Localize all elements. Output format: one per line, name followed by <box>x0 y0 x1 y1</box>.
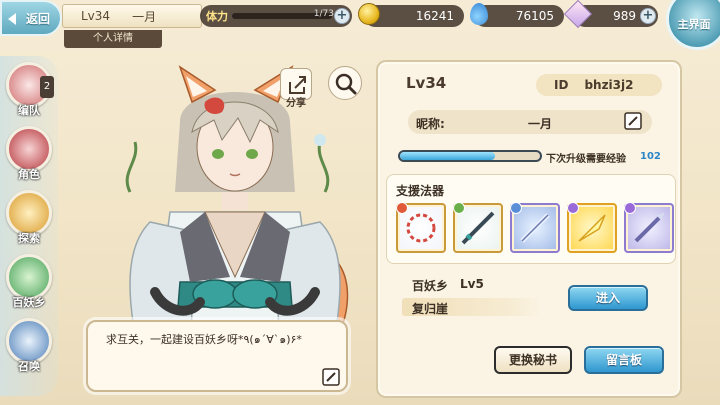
gem-icon <box>563 0 593 29</box>
artifact-slot-5[interactable] <box>624 202 674 253</box>
tab-personal-details[interactable]: 个人详情 <box>64 30 162 48</box>
add-stamina-button[interactable]: + <box>334 8 350 24</box>
team-count-badge: 2 <box>40 76 54 98</box>
stamina-counter: 体力 1/73 + <box>200 5 352 27</box>
village-level: Lv5 <box>460 277 484 291</box>
player-id-box: ID bhzi3j2 <box>536 74 662 96</box>
nav-item-role[interactable]: 角色 <box>4 126 54 184</box>
nav-item-team[interactable]: 2 编队 <box>4 62 54 120</box>
artifact-slot-4[interactable] <box>567 202 617 253</box>
village-name: 百妖乡 <box>412 279 449 293</box>
artifact-slot-2[interactable] <box>453 202 503 253</box>
add-gem-button[interactable]: + <box>640 8 656 24</box>
nav-role-label: 角色 <box>18 168 40 181</box>
exp-progress-bar <box>398 150 542 162</box>
crystal-value: 76105 <box>515 9 554 23</box>
stamina-label: 体力 <box>206 10 228 23</box>
nav-explore-label: 探索 <box>18 232 40 245</box>
nav-item-village[interactable]: 百妖乡 <box>4 254 54 312</box>
magnifier-icon <box>335 73 357 95</box>
message-board-button[interactable]: 留言板 <box>584 346 664 374</box>
attribute-icon <box>453 202 465 214</box>
back-arrow-icon <box>8 13 16 25</box>
player-info-bar: Lv34 一月 <box>62 4 202 28</box>
nav-summon-label: 召唤 <box>18 360 40 373</box>
attribute-icon <box>567 202 579 214</box>
gold-value: 16241 <box>415 9 454 23</box>
nav-village-label: 百妖乡 <box>12 296 46 309</box>
back-button[interactable]: 返回 <box>0 0 62 36</box>
signature-text: 求互关，一起建设百妖乡呀*٩(๑´∀`๑)۶* <box>106 333 302 346</box>
attribute-icon <box>624 202 636 214</box>
nav-item-summon[interactable]: 召唤 <box>4 318 54 376</box>
player-level: Lv34 <box>81 9 111 23</box>
id-value: bhzi3j2 <box>584 78 634 92</box>
back-button-label: 返回 <box>25 11 50 26</box>
id-label: ID <box>554 78 569 92</box>
nickname-value: 一月 <box>528 117 553 131</box>
gold-counter: 16241 <box>358 3 464 27</box>
zoom-button[interactable] <box>328 66 362 100</box>
crystal-counter: 76105 <box>470 3 564 27</box>
artifact-slot-3[interactable] <box>510 202 560 253</box>
exp-label: 下次升级需要经验 <box>546 154 626 165</box>
nav-team-label: 编队 <box>18 104 40 117</box>
share-label: 分享 <box>286 98 306 109</box>
main-menu-button[interactable]: 主界面 <box>666 0 720 50</box>
nickname-label: 昵称: <box>416 117 445 131</box>
gem-value: 989 <box>613 9 636 23</box>
village-place: 复归崖 <box>412 302 449 316</box>
enter-village-button[interactable]: 进入 <box>568 285 648 311</box>
attribute-icon <box>396 202 408 214</box>
attribute-icon <box>510 202 522 214</box>
stamina-value: 1/73 <box>313 9 334 19</box>
gold-coin-icon <box>358 3 380 25</box>
player-name: 一月 <box>132 9 157 24</box>
nav-item-explore[interactable]: 探索 <box>4 190 54 248</box>
gem-counter: 989 + <box>563 0 658 29</box>
edit-signature-icon[interactable] <box>322 368 340 386</box>
artifact-slot-1[interactable] <box>396 202 446 253</box>
exp-value: 102 <box>640 151 661 162</box>
edit-nickname-icon[interactable] <box>624 112 642 130</box>
exp-progress-fill <box>400 152 496 160</box>
profile-level: Lv34 <box>406 74 447 92</box>
support-artifact-title: 支援法器 <box>396 184 445 198</box>
main-menu-label: 主界面 <box>677 18 711 31</box>
change-secretary-button[interactable]: 更换秘书 <box>494 346 572 374</box>
secretary-character-illustration <box>125 65 349 362</box>
blue-drop-icon <box>470 3 488 25</box>
